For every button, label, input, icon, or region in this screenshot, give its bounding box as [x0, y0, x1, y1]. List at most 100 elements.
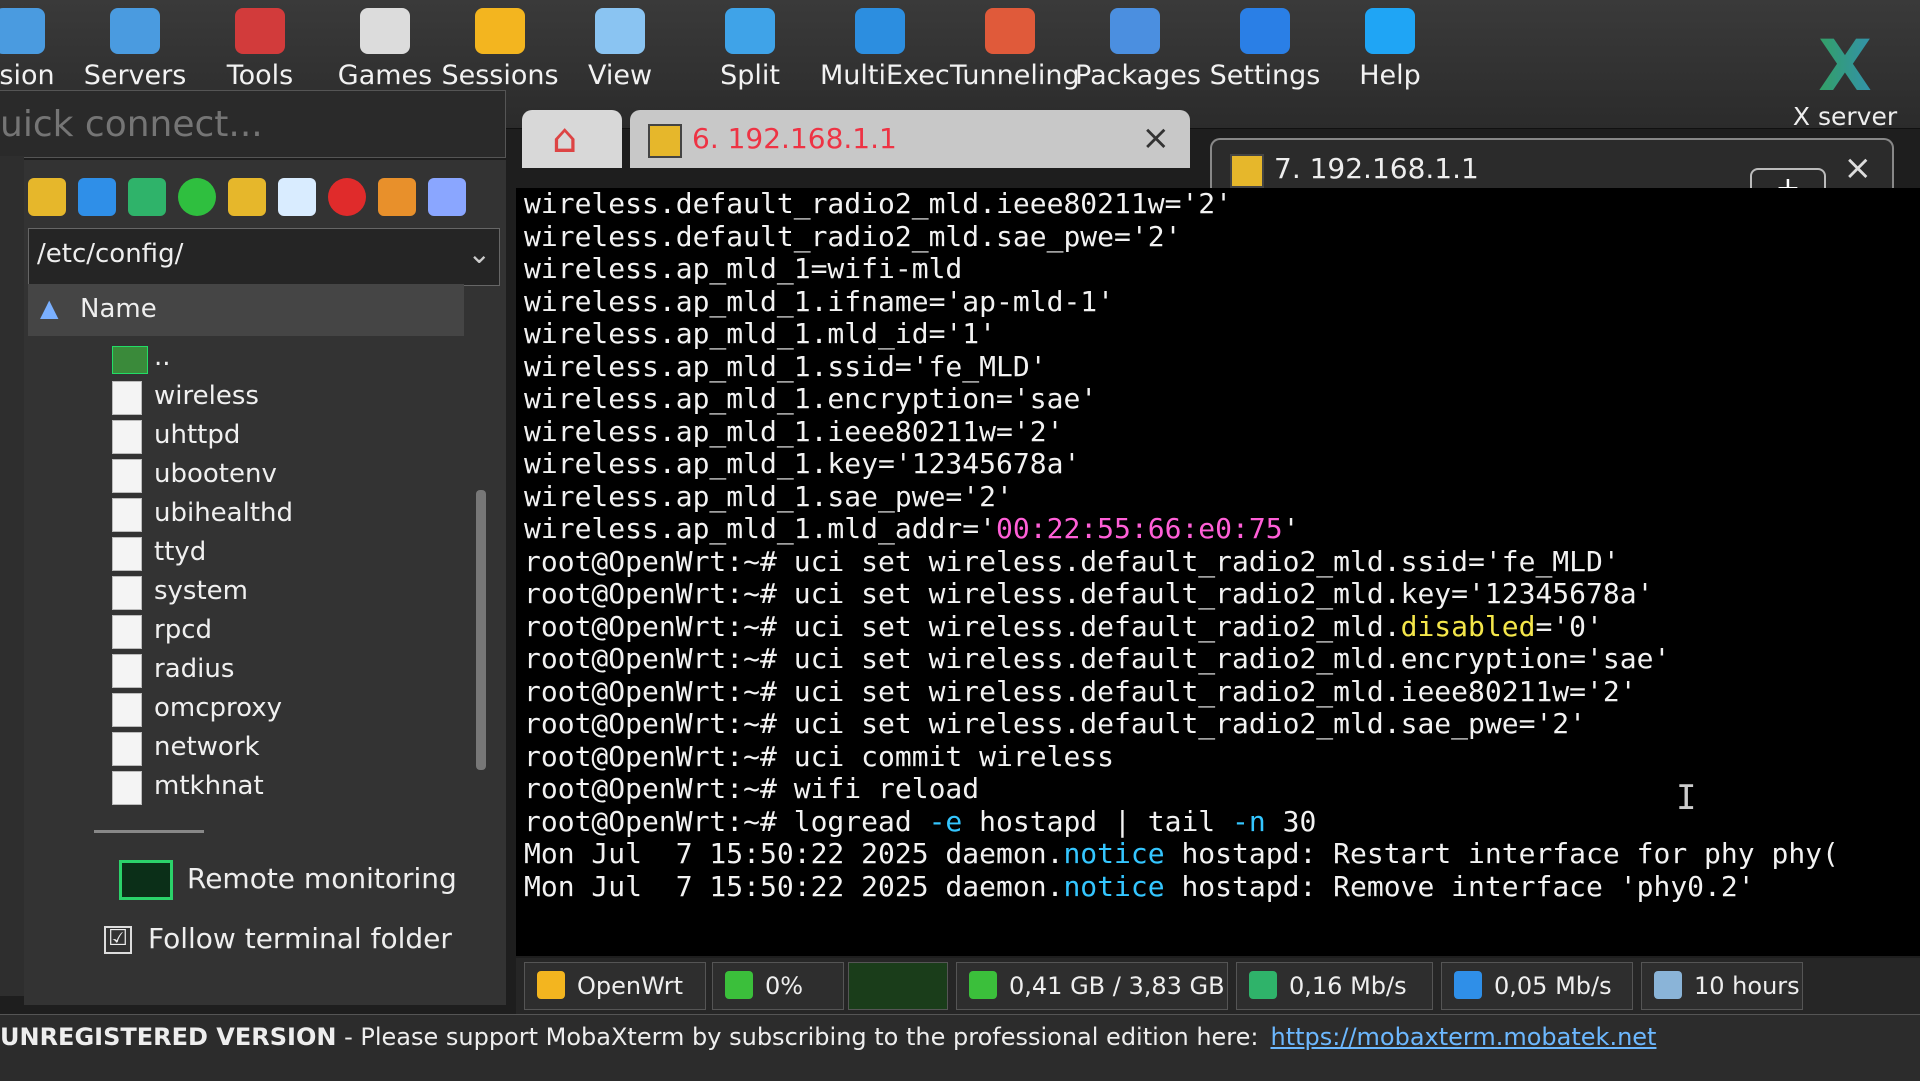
toolbar-multiexec-button[interactable]: MultiExec	[820, 0, 950, 128]
checkbox-checked-icon[interactable]: ☑	[104, 926, 132, 954]
terminal-line: root@OpenWrt:~# uci set wireless.default…	[516, 577, 1920, 611]
file-name: network	[154, 732, 260, 762]
file-list-item[interactable]: mtkhnat	[74, 767, 474, 806]
toolbar-help-button[interactable]: Help	[1330, 0, 1450, 128]
name-column-header[interactable]: ▲ Name	[28, 284, 464, 336]
file-list-item[interactable]: ttyd	[74, 533, 474, 572]
status-memory: 0,41 GB / 3,83 GB	[956, 962, 1228, 1010]
terminal-text: root@OpenWrt:~# uci set wireless.default…	[524, 544, 1620, 578]
file-list-item[interactable]: ..	[74, 338, 474, 377]
status-cpu-label: 0%	[765, 972, 804, 1000]
follow-terminal-folder-checkbox[interactable]: ☑ Follow terminal folder	[104, 922, 452, 955]
status-host-label: OpenWrt	[577, 972, 684, 1000]
file-name: mtkhnat	[154, 771, 264, 801]
file-icon	[112, 576, 142, 610]
download-icon[interactable]	[78, 178, 116, 216]
text-cursor-icon: I	[1676, 778, 1697, 818]
terminal-text: root@OpenWrt:~# uci set wireless.default…	[524, 674, 1637, 708]
terminal-text: wireless.ap_mld_1.ieee80211w='2'	[524, 414, 1064, 448]
terminal-line: wireless.ap_mld_1.ssid='fe_MLD'	[516, 350, 1920, 384]
refresh-icon[interactable]	[178, 178, 216, 216]
terminal-line: root@OpenWrt:~# wifi reload	[516, 772, 1920, 806]
memory-icon	[969, 971, 997, 999]
ssh-key-icon	[648, 124, 682, 158]
status-uptime: 10 hours	[1641, 962, 1803, 1010]
terminal-text: root@OpenWrt:~# uci set wireless.default…	[524, 609, 1401, 643]
home-tab[interactable]: ⌂	[522, 110, 622, 168]
chevron-down-icon[interactable]: ⌄	[468, 237, 491, 270]
new-folder-icon[interactable]	[228, 178, 266, 216]
delete-icon[interactable]	[328, 178, 366, 216]
remote-monitoring-label: Remote monitoring	[187, 862, 457, 895]
terminal-line: root@OpenWrt:~# uci set wireless.default…	[516, 707, 1920, 741]
terminal-line: wireless.ap_mld_1=wifi-mld	[516, 252, 1920, 286]
terminal-text: wireless.default_radio2_mld.ieee80211w='…	[524, 188, 1233, 220]
file-list-item[interactable]: wireless	[74, 377, 474, 416]
toolbar-button-label: ssion	[0, 60, 55, 91]
terminal-output[interactable]: I wireless.default_radio2_mld.ieee80211w…	[516, 188, 1920, 956]
follow-terminal-folder-label: Follow terminal folder	[148, 922, 452, 955]
sftp-toolbar	[24, 170, 506, 220]
path-dropdown[interactable]: /etc/config/ ⌄	[28, 228, 500, 286]
tab-session-6[interactable]: 6. 192.168.1.1 ×	[630, 110, 1190, 168]
terminal-text: hostapd: Remove interface 'phy0.2'	[1164, 869, 1755, 903]
close-icon[interactable]: ×	[1142, 118, 1171, 158]
servers-icon	[110, 8, 160, 54]
toolbar-packages-button[interactable]: Packages	[1075, 0, 1201, 128]
file-name: ttyd	[154, 537, 207, 567]
file-list-item[interactable]: radius	[74, 650, 474, 689]
terminal-line: wireless.ap_mld_1.key='12345678a'	[516, 447, 1920, 481]
terminal-line: wireless.ap_mld_1.encryption='sae'	[516, 382, 1920, 416]
registration-bar: UNREGISTERED VERSION - Please support Mo…	[0, 1014, 1920, 1081]
toolbar-split-button[interactable]: Split	[690, 0, 810, 128]
file-list: .. wireless uhttpd ubootenv ubihealthd ttyd sy…	[74, 338, 474, 806]
cpu-icon	[725, 971, 753, 999]
upload-arrow-icon	[1249, 971, 1277, 999]
file-list-item[interactable]: uhttpd	[74, 416, 474, 455]
rename-icon[interactable]	[428, 178, 466, 216]
file-icon	[112, 459, 142, 493]
quick-connect-input[interactable]	[0, 91, 505, 157]
file-name: radius	[154, 654, 235, 684]
remote-monitoring-button[interactable]: Remote monitoring	[119, 860, 457, 900]
terminal-text: root@OpenWrt:~# uci commit wireless	[524, 739, 1115, 773]
file-name: ..	[154, 342, 171, 372]
parent-folder-icon[interactable]	[28, 178, 66, 216]
close-icon[interactable]: ×	[1844, 148, 1873, 188]
session-icon	[0, 8, 45, 54]
terminal-text: notice	[1063, 869, 1165, 903]
file-list-item[interactable]: ubihealthd	[74, 494, 474, 533]
file-list-item[interactable]: rpcd	[74, 611, 474, 650]
file-list-item[interactable]: ubootenv	[74, 455, 474, 494]
toolbar-tunneling-button[interactable]: Tunneling	[950, 0, 1080, 128]
file-list-item[interactable]: network	[74, 728, 474, 767]
terminal-text: ='0'	[1535, 609, 1603, 643]
file-list-item[interactable]: omcproxy	[74, 689, 474, 728]
terminal-text: root@OpenWrt:~# wifi reload	[524, 772, 980, 805]
terminal-text: Mon Jul 7 15:50:22 2025 daemon.	[524, 869, 1064, 903]
toolbar-view-button[interactable]: View	[560, 0, 680, 128]
status-memory-label: 0,41 GB / 3,83 GB	[1009, 972, 1225, 1000]
toolbar-settings-button[interactable]: Settings	[1205, 0, 1325, 128]
terminal-line: root@OpenWrt:~# uci commit wireless	[516, 739, 1920, 774]
new-file-icon[interactable]	[278, 178, 316, 216]
terminal-text: root@OpenWrt:~# uci set wireless.default…	[524, 577, 1654, 610]
terminal-line: root@OpenWrt:~# uci set wireless.default…	[516, 674, 1920, 709]
file-list-item[interactable]: system	[74, 572, 474, 611]
quick-connect-box[interactable]	[0, 90, 506, 158]
sort-ascending-icon: ▲	[40, 294, 59, 322]
terminal-text: '	[1282, 512, 1300, 545]
terminal-line: root@OpenWrt:~# uci set wireless.default…	[516, 609, 1920, 644]
terminal-text: -e	[928, 804, 963, 838]
mobatek-link[interactable]: https://mobaxterm.mobatek.net	[1271, 1023, 1657, 1051]
terminal-status-bar: OpenWrt 0% 0,41 GB / 3,83 GB 0,16 Mb/s 0…	[516, 958, 1920, 1014]
upload-icon[interactable]	[128, 178, 166, 216]
file-name: wireless	[154, 381, 259, 411]
gear-icon	[1240, 8, 1290, 54]
key-icon[interactable]	[378, 178, 416, 216]
file-icon	[112, 654, 142, 688]
terminal-text: wireless.ap_mld_1.encryption='sae'	[524, 382, 1098, 415]
terminal-line: root@OpenWrt:~# uci set wireless.default…	[516, 544, 1920, 579]
download-arrow-icon	[1454, 971, 1482, 999]
file-list-scrollbar[interactable]	[476, 490, 486, 770]
